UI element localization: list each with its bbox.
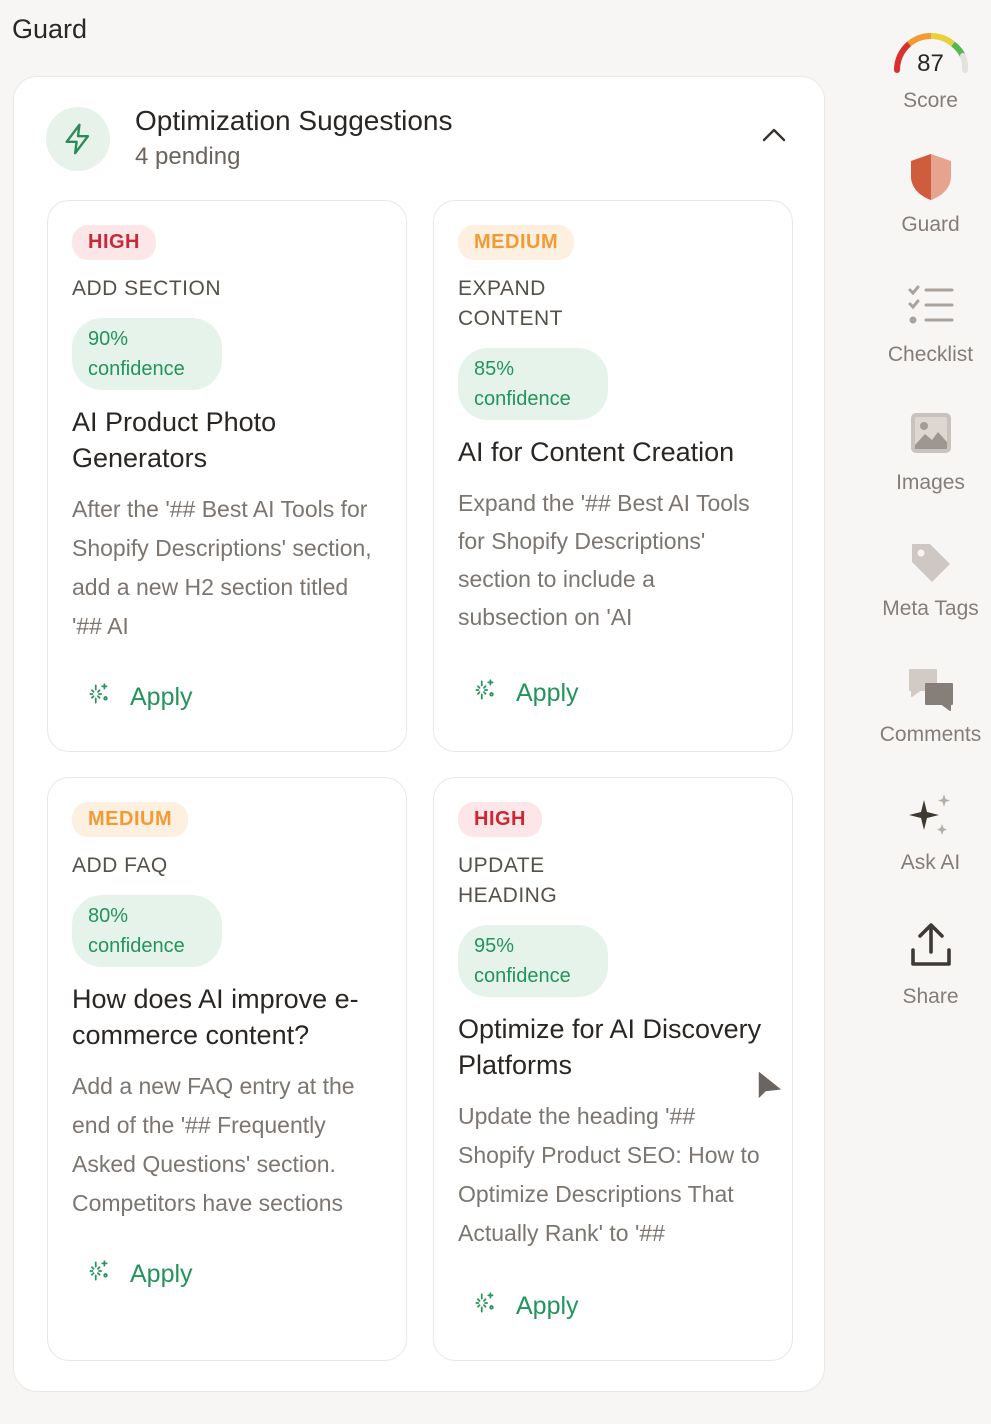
sparkle-apply-icon [472,1290,498,1323]
share-icon [908,922,954,975]
confidence-badge: 85% confidence [458,348,608,420]
sidebar-item-guard[interactable]: Guard [870,152,991,237]
suggestion-description: After the '## Best AI Tools for Shopify … [72,496,372,639]
suggestion-category: ADD SECTION [72,277,222,300]
suggestion-description: Add a new FAQ entry at the end of the '#… [72,1073,355,1216]
sidebar-item-comments[interactable]: Comments [870,666,991,747]
suggestion-category: UPDATE HEADING [458,854,558,907]
priority-badge: HIGH [72,225,156,260]
confidence-badge: 80% confidence [72,895,222,967]
suggestion-title: AI for Content Creation [458,437,735,467]
sparkle-apply-icon [86,1258,112,1291]
panel-title: Optimization Suggestions [135,105,453,136]
confidence-badge: 90% confidence [72,318,222,390]
priority-badge: HIGH [458,802,542,837]
suggestion-card: HIGH ADD SECTION 90% confidence AI Produ… [47,200,407,752]
sidebar-item-label: Score [903,89,958,112]
tag-icon [908,540,954,591]
sparkle-apply-icon [472,677,498,710]
apply-button[interactable]: Apply [472,1290,579,1323]
suggestion-description: Expand the '## Best AI Tools for Shopify… [458,490,750,630]
sidebar-item-label: Meta Tags [882,597,979,620]
mouse-cursor-icon [756,1068,786,1109]
sidebar-item-label: Ask AI [900,851,961,874]
suggestion-category: EXPAND CONTENT [458,277,563,330]
sidebar-item-label: Images [896,471,965,494]
image-icon [910,412,952,459]
chevron-up-icon [761,127,787,148]
sparkle-icon [906,794,956,845]
panel-header[interactable]: Optimization Suggestions 4 pending [14,77,824,197]
sidebar-item-label: Comments [879,723,982,746]
priority-badge: MEDIUM [458,225,575,260]
suggestion-title: How does AI improve e-commerce content? [72,984,359,1050]
suggestion-title: AI Product Photo Generators [72,407,277,473]
sparkle-apply-icon [86,681,112,714]
sidebar-item-ask-ai[interactable]: Ask AI [870,794,991,875]
confidence-badge: 95% confidence [458,925,608,997]
sidebar-item-label: Checklist [887,343,974,366]
sidebar-item-images[interactable]: Images [870,412,991,495]
bolt-icon [46,107,110,171]
sidebar-item-label: Share [902,985,959,1008]
score-value: 87 [917,50,944,77]
optimization-suggestions-panel: Optimization Suggestions 4 pending HIGH … [13,76,825,1392]
page-title: Guard [12,14,88,44]
apply-label: Apply [130,1260,193,1288]
suggestion-description: Update the heading '## Shopify Product S… [458,1103,760,1246]
pending-count: 4 pending [135,143,241,170]
sidebar-item-share[interactable]: Share [870,922,991,1009]
priority-badge: MEDIUM [72,802,189,837]
suggestion-title: Optimize for AI Discovery Platforms [458,1014,762,1080]
apply-button[interactable]: Apply [86,681,193,714]
suggestion-category: ADD FAQ [72,854,168,877]
comments-icon [906,666,956,717]
suggestion-card: HIGH UPDATE HEADING 95% confidence Optim… [433,777,793,1361]
apply-label: Apply [516,679,579,707]
checklist-icon [906,284,956,333]
suggestion-card: MEDIUM ADD FAQ 80% confidence How does A… [47,777,407,1361]
sidebar-item-checklist[interactable]: Checklist [870,284,991,367]
apply-label: Apply [516,1292,579,1320]
shield-icon [908,152,954,207]
right-sidebar: Score 87 Guard Checklist Images Meta Tag… [870,0,991,1424]
apply-button[interactable]: Apply [86,1258,193,1291]
apply-button[interactable]: Apply [472,677,579,710]
sidebar-item-label: Guard [901,213,960,236]
suggestion-card: MEDIUM EXPAND CONTENT 85% confidence AI … [433,200,793,752]
apply-label: Apply [130,683,193,711]
collapse-button[interactable] [759,125,789,149]
sidebar-item-meta-tags[interactable]: Meta Tags [870,540,991,621]
